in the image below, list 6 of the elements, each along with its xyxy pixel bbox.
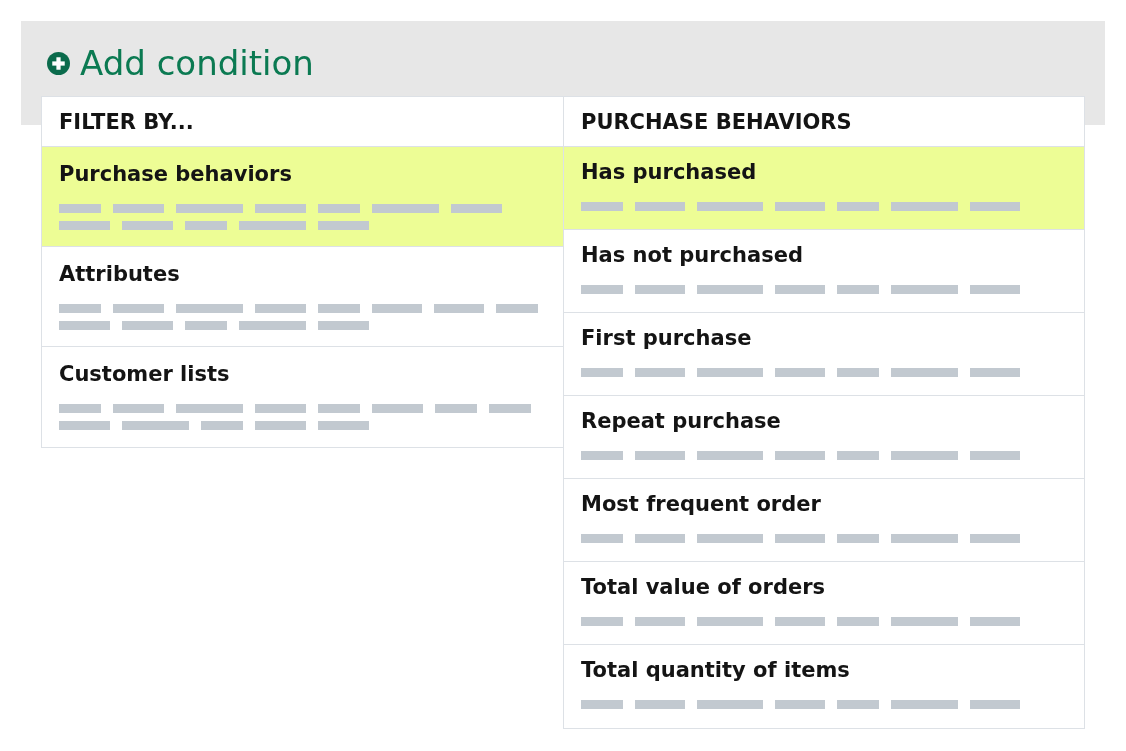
plus-circle-icon	[47, 51, 70, 75]
column-heading: FILTER BY...	[59, 108, 194, 135]
column-heading: PURCHASE BEHAVIORS	[581, 108, 852, 135]
behavior-option[interactable]: Has purchased	[564, 147, 1084, 230]
filter-option[interactable]: Purchase behaviors	[42, 147, 563, 247]
add-condition-button[interactable]: Add condition	[47, 43, 314, 83]
